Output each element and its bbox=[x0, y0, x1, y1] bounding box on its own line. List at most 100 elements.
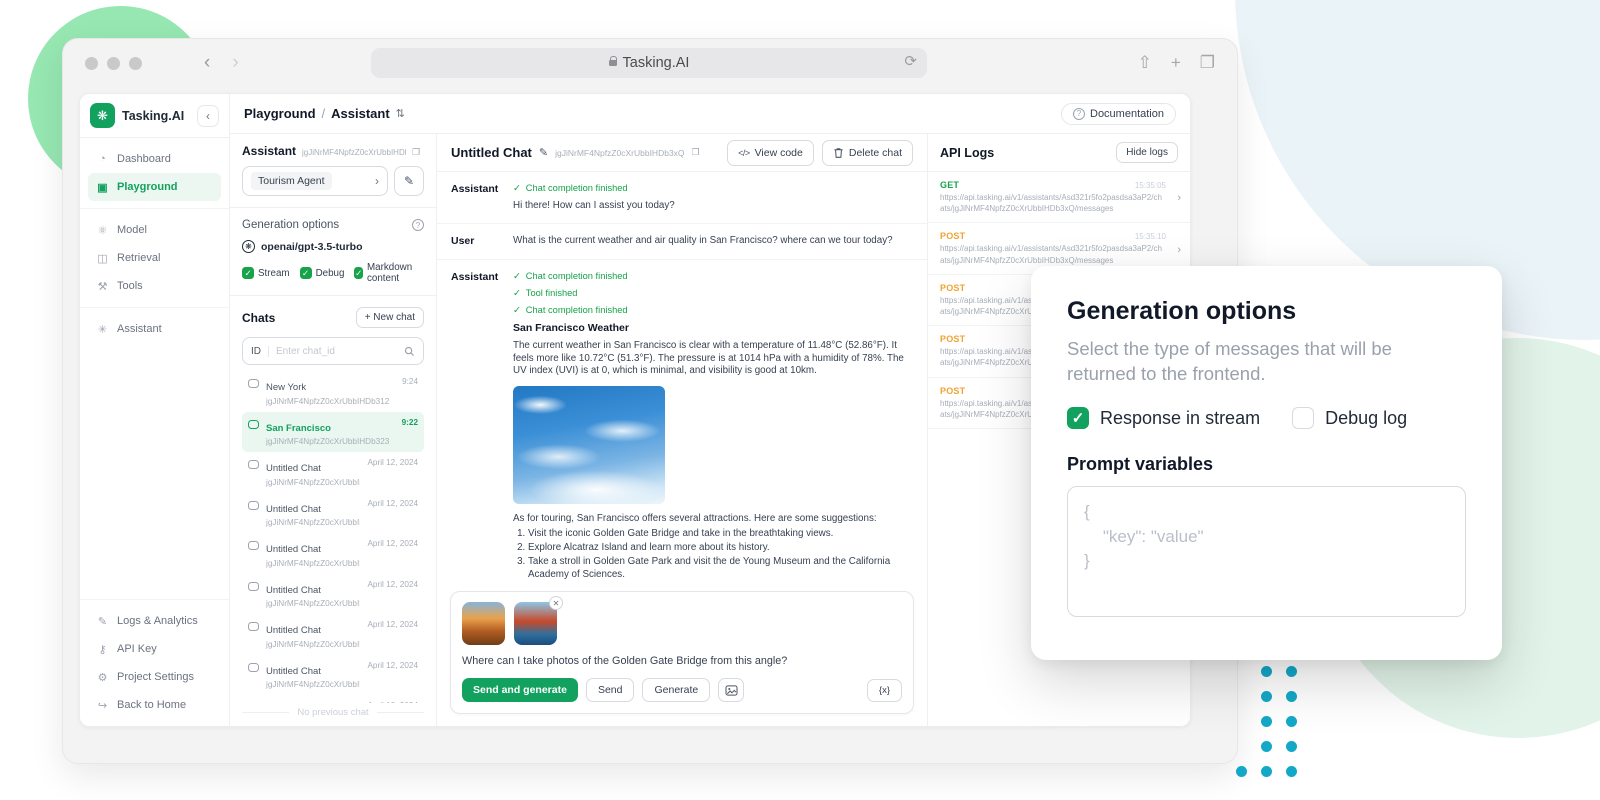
switch-icon[interactable]: ⇅ bbox=[396, 107, 405, 120]
prompt-variables-input[interactable]: { "key": "value" } bbox=[1067, 486, 1466, 617]
dashboard-icon: ◔ bbox=[96, 153, 109, 165]
delete-chat-button[interactable]: Delete chat bbox=[822, 140, 913, 166]
chat-bubble-icon bbox=[248, 541, 259, 550]
chat-id: jgJiNrMF4NpfzZ0cXrUbbIHDb3xQ bbox=[555, 148, 684, 158]
option-checkbox[interactable]: Markdown content bbox=[354, 262, 424, 284]
sidebar-collapse-button[interactable]: ‹ bbox=[197, 105, 219, 127]
help-icon[interactable]: ? bbox=[412, 219, 424, 231]
assistant-panel-title: Assistant bbox=[242, 144, 296, 158]
search-icon[interactable] bbox=[404, 346, 415, 357]
edit-title-icon[interactable]: ✎ bbox=[539, 146, 548, 159]
chat-bubble-icon bbox=[248, 501, 259, 510]
chat-date: 9:22 bbox=[402, 418, 418, 427]
new-tab-icon[interactable]: + bbox=[1171, 53, 1181, 73]
sidebar-item[interactable]: ⚒ Tools bbox=[88, 272, 221, 300]
chat-list-item[interactable]: Untitled Chat jgJiNrMF4NpfzZ0cXrUbbIHDb3… bbox=[242, 533, 424, 574]
browser-forward-icon[interactable]: › bbox=[232, 52, 238, 74]
weather-heading: San Francisco Weather bbox=[513, 322, 913, 335]
reload-icon[interactable]: ⟳ bbox=[904, 52, 917, 70]
chat-list-item[interactable]: Untitled Chat jgJiNrMF4NpfzZ0cXrUbbIHDb3… bbox=[242, 452, 424, 493]
check-icon: ✓ bbox=[513, 288, 521, 300]
assistant-select[interactable]: Tourism Agent › bbox=[242, 166, 388, 196]
api-log-row[interactable]: GET 15:35:05 https://api.tasking.ai/v1/a… bbox=[928, 172, 1190, 223]
option-checkbox[interactable]: Debug bbox=[300, 262, 345, 284]
chat-list-item[interactable]: New York jgJiNrMF4NpfzZ0cXrUbbIHDb312 9:… bbox=[242, 371, 424, 412]
draft-message-text[interactable]: Where can I take photos of the Golden Ga… bbox=[462, 655, 902, 667]
checkbox-icon bbox=[354, 267, 363, 279]
attachment-thumbnail[interactable] bbox=[462, 602, 505, 645]
chat-list-item[interactable]: Untitled Chat jgJiNrMF4NpfzZ0cXrUbbIHDb3… bbox=[242, 614, 424, 655]
message-text: Hi there! How can I assist you today? bbox=[513, 200, 913, 213]
address-bar[interactable]: Tasking.AI ⟳ bbox=[371, 48, 927, 78]
sidebar-item[interactable]: ⚛ Model bbox=[88, 216, 221, 244]
send-button[interactable]: Send bbox=[586, 678, 635, 702]
edit-assistant-button[interactable]: ✎ bbox=[394, 166, 424, 196]
chat-panel: Untitled Chat ✎ jgJiNrMF4NpfzZ0cXrUbbIHD… bbox=[437, 134, 928, 726]
search-prefix: ID bbox=[251, 346, 269, 357]
generate-button[interactable]: Generate bbox=[642, 678, 710, 702]
view-code-button[interactable]: </> View code bbox=[727, 140, 814, 166]
chat-list-item[interactable]: Untitled Chat jgJiNrMF4NpfzZ0cXrUbbIHDb3… bbox=[242, 655, 424, 696]
sidebar-item[interactable]: ⚷ API Key bbox=[88, 635, 221, 663]
debug-log-checkbox[interactable]: Debug log bbox=[1292, 407, 1407, 429]
http-method: GET bbox=[940, 180, 959, 190]
chat-id: jgJiNrMF4NpfzZ0cXrUbbIHDb334 bbox=[266, 478, 360, 487]
chevron-right-icon[interactable]: › bbox=[1177, 244, 1181, 256]
send-and-generate-button[interactable]: Send and generate bbox=[462, 678, 578, 702]
attach-image-button[interactable] bbox=[718, 678, 744, 702]
new-chat-button[interactable]: + New chat bbox=[356, 307, 424, 328]
checkbox-unchecked-icon bbox=[1292, 407, 1314, 429]
traffic-light bbox=[107, 57, 120, 70]
remove-attachment-icon[interactable]: ✕ bbox=[549, 596, 563, 610]
sidebar-item[interactable]: ✳ Assistant bbox=[88, 315, 221, 343]
variables-button[interactable]: {x} bbox=[867, 679, 902, 702]
check-icon: ✓ bbox=[513, 183, 521, 195]
model-name: openai/gpt-3.5-turbo bbox=[261, 241, 363, 253]
api-key-icon: ⚷ bbox=[96, 643, 109, 656]
message: User What is the current weather and air… bbox=[437, 224, 927, 260]
sidebar: ❋ Tasking.AI ‹ ◔ Dashboard ▣ Playground … bbox=[80, 94, 230, 726]
browser-back-icon[interactable]: ‹ bbox=[204, 52, 210, 74]
generation-options-modal: Generation options Select the type of me… bbox=[1031, 266, 1502, 660]
touring-paragraph: As for touring, San Francisco offers sev… bbox=[513, 513, 913, 526]
taskingai-logo: ❋ bbox=[90, 103, 115, 128]
check-icon: ✓ bbox=[513, 271, 521, 283]
tabs-icon[interactable]: ❐ bbox=[1200, 53, 1215, 73]
option-checkbox[interactable]: Stream bbox=[242, 262, 290, 284]
attachment-thumbnail[interactable]: ✕ bbox=[514, 602, 557, 645]
hide-logs-button[interactable]: Hide logs bbox=[1116, 142, 1178, 163]
sidebar-item-label: Playground bbox=[117, 181, 178, 193]
page-header: Playground / Assistant ⇅ ? Documentation bbox=[230, 94, 1190, 134]
lock-icon bbox=[609, 60, 617, 66]
chat-name: Untitled Chat bbox=[266, 625, 321, 636]
sidebar-item[interactable]: ⚙ Project Settings bbox=[88, 663, 221, 691]
sidebar-item[interactable]: ↪ Back to Home bbox=[88, 691, 221, 719]
sidebar-item-label: Tools bbox=[117, 280, 143, 292]
option-label: Markdown content bbox=[367, 262, 424, 284]
sidebar-item[interactable]: ▣ Playground bbox=[88, 173, 221, 201]
chat-list-item[interactable]: Untitled Chat jgJiNrMF4NpfzZ0cXrUbbIHDb3… bbox=[242, 574, 424, 615]
sidebar-item-label: Project Settings bbox=[117, 671, 194, 683]
modal-title: Generation options bbox=[1067, 297, 1466, 326]
status-line: ✓Chat completion finished bbox=[513, 305, 913, 317]
sidebar-item[interactable]: ◔ Dashboard bbox=[88, 145, 221, 173]
chat-name: Untitled Chat bbox=[266, 463, 321, 474]
sidebar-item[interactable]: ◫ Retrieval bbox=[88, 244, 221, 272]
documentation-button[interactable]: ? Documentation bbox=[1061, 103, 1176, 125]
sky-photo bbox=[513, 386, 665, 504]
trash-icon bbox=[833, 147, 844, 159]
checkbox-checked-icon bbox=[1067, 407, 1089, 429]
chat-list-item[interactable]: Untitled Chat jgJiNrMF4NpfzZ0cXrUbbIHDb3… bbox=[242, 695, 424, 703]
sidebar-item[interactable]: ✎ Logs & Analytics bbox=[88, 607, 221, 635]
log-url: https://api.tasking.ai/v1/assistants/Asd… bbox=[940, 192, 1166, 214]
chat-date: April 12, 2024 bbox=[367, 499, 418, 508]
chat-list-item[interactable]: Untitled Chat jgJiNrMF4NpfzZ0cXrUbbIHDb3… bbox=[242, 493, 424, 534]
chevron-right-icon[interactable]: › bbox=[1177, 192, 1181, 204]
chat-id: jgJiNrMF4NpfzZ0cXrUbbIHDb323 bbox=[266, 437, 395, 446]
copy-icon[interactable]: ❐ bbox=[412, 147, 420, 158]
copy-icon[interactable]: ❐ bbox=[692, 147, 700, 158]
share-icon[interactable]: ⇧ bbox=[1138, 53, 1152, 73]
response-in-stream-checkbox[interactable]: Response in stream bbox=[1067, 407, 1260, 429]
chat-list-item[interactable]: San Francisco jgJiNrMF4NpfzZ0cXrUbbIHDb3… bbox=[242, 412, 424, 453]
chat-search-input[interactable] bbox=[276, 346, 397, 357]
